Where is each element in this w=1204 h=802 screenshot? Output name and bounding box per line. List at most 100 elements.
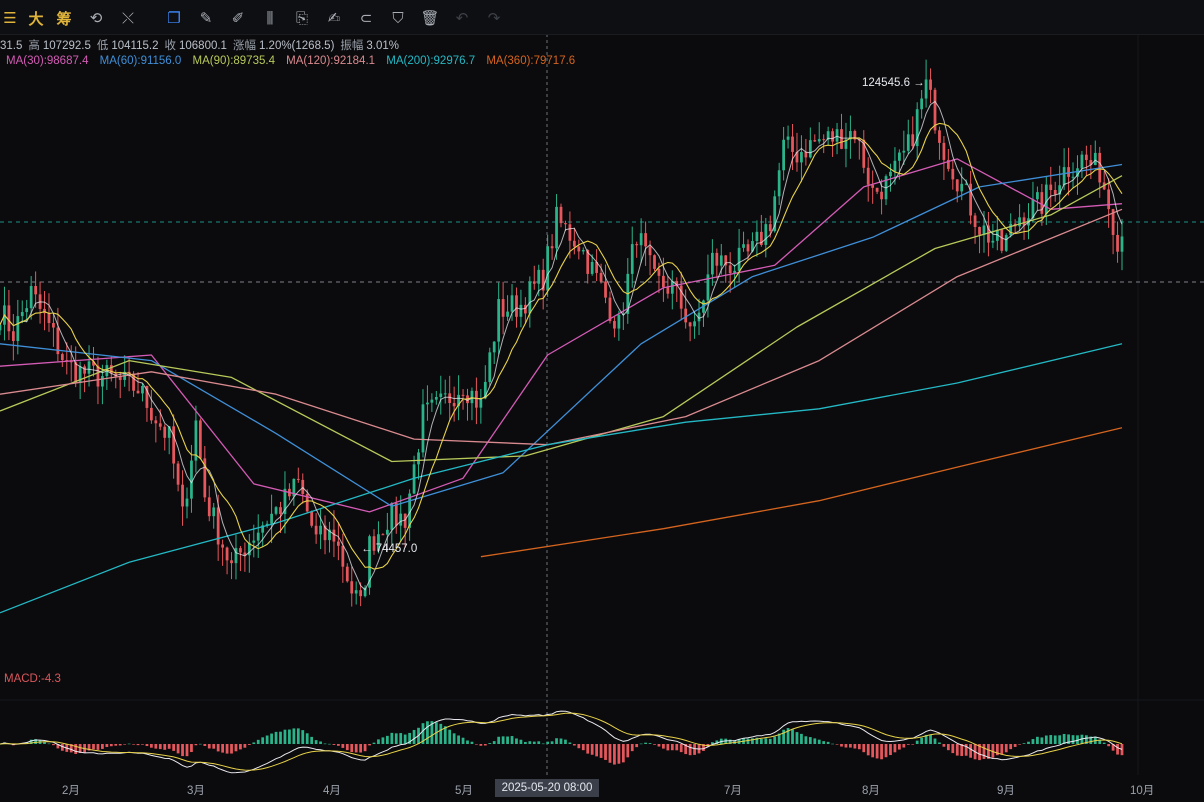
macd-bar: [1031, 739, 1035, 744]
macd-bar: [270, 733, 273, 744]
macd-bar: [630, 744, 634, 752]
candle-body: [359, 590, 363, 597]
macd-bar: [390, 732, 394, 744]
candle-body: [653, 255, 656, 269]
low-annotation: ← 74457.0: [361, 543, 418, 555]
candle-body: [381, 534, 385, 536]
macd-bar: [488, 743, 492, 744]
macd-bar: [412, 729, 416, 744]
redo-icon[interactable]: ↷: [484, 8, 504, 28]
filter-icon[interactable]: ⛉: [388, 8, 408, 28]
macd-bar: [662, 744, 665, 749]
macd-bar: [1009, 744, 1013, 750]
macd-bar: [666, 744, 670, 751]
clipboard-icon[interactable]: ⎘: [292, 8, 312, 28]
candle-body: [461, 394, 465, 396]
candle-body: [87, 361, 91, 374]
candle-body: [951, 168, 955, 180]
xtick-sep: 9月: [997, 785, 1015, 797]
xtick-may: 5月: [455, 785, 473, 797]
candle-body: [274, 507, 278, 514]
candle-body: [581, 250, 585, 252]
macd-bar: [323, 743, 327, 745]
macd-bar: [176, 744, 180, 754]
trash-icon[interactable]: 🗑: [420, 8, 440, 28]
macd-bar: [1071, 735, 1075, 744]
macd-bar: [216, 744, 220, 752]
tool-chou[interactable]: 筹: [54, 8, 74, 28]
macd-bar: [524, 741, 527, 744]
candle-body: [590, 261, 594, 274]
copy-icon[interactable]: ❐: [164, 8, 184, 28]
candle-body: [443, 393, 447, 395]
macd-bar: [604, 744, 607, 760]
ruler-icon[interactable]: ✎: [196, 8, 216, 28]
macd-bar: [893, 744, 897, 753]
macd-bar: [1044, 735, 1048, 744]
macd-bar: [884, 744, 888, 758]
candle-body: [519, 304, 523, 317]
candle-body: [938, 130, 941, 143]
candle-body: [657, 268, 661, 276]
macd-bar: [1107, 744, 1111, 747]
amplitude-label: 振幅: [340, 40, 364, 52]
candle-body: [207, 497, 211, 517]
candles-icon[interactable]: ⫼: [260, 8, 280, 28]
candle-body: [840, 129, 843, 149]
xtick-jul: 7月: [724, 785, 742, 797]
macd-bar: [310, 736, 314, 744]
candle-body: [786, 136, 790, 140]
candle-body: [1044, 184, 1048, 214]
macd-bar: [363, 744, 367, 752]
candle-body: [350, 581, 354, 594]
edit-icon[interactable]: ✍: [324, 8, 344, 28]
price-chart[interactable]: [0, 0, 1204, 802]
sync-icon[interactable]: ⟲: [86, 8, 106, 28]
candle-body: [889, 171, 892, 177]
magnet-icon[interactable]: ⊂: [356, 8, 376, 28]
macd-bar: [657, 744, 661, 747]
macd-bar: [212, 744, 216, 749]
candle-body: [176, 463, 180, 485]
candle-body: [141, 386, 144, 394]
candle-body: [488, 352, 492, 382]
macd-bar: [372, 742, 376, 744]
menu-icon[interactable]: ☰: [0, 8, 20, 28]
macd-bar: [96, 744, 100, 750]
macd-bar: [118, 744, 122, 746]
macd-bar: [1102, 742, 1106, 744]
macd-bar: [198, 743, 202, 745]
macd-bar: [920, 737, 924, 744]
candle-body: [319, 525, 322, 535]
macd-bar: [982, 744, 986, 759]
pen-icon[interactable]: ✐: [228, 8, 248, 28]
candle-body: [230, 560, 233, 564]
xtick-oct: 10月: [1130, 785, 1155, 797]
macd-bar: [1022, 743, 1026, 744]
candle-body: [555, 206, 558, 249]
candle-body: [764, 224, 768, 245]
candle-body: [831, 131, 834, 142]
macd-bar: [675, 744, 679, 751]
macd-bar: [439, 723, 443, 744]
candle-body: [11, 331, 15, 342]
macd-bar: [243, 744, 247, 748]
tool-da[interactable]: 大: [26, 8, 46, 28]
macd-bar: [1049, 735, 1053, 744]
candle-body: [34, 286, 37, 295]
macd-bar: [479, 744, 483, 746]
macd-bar: [172, 744, 176, 751]
macd-bar: [234, 744, 238, 752]
macd-bar: [564, 739, 567, 744]
macd-bar: [225, 744, 229, 754]
indicator-icon[interactable]: ⤬: [118, 8, 138, 28]
macd-bar: [746, 738, 750, 744]
macd-bar: [942, 744, 946, 747]
undo-icon[interactable]: ↶: [452, 8, 472, 28]
macd-bar: [515, 738, 518, 744]
macd-bar: [608, 744, 612, 763]
macd-bar: [1120, 744, 1124, 756]
macd-bar: [265, 735, 269, 744]
candle-body: [136, 390, 140, 394]
candle-body: [791, 136, 794, 152]
